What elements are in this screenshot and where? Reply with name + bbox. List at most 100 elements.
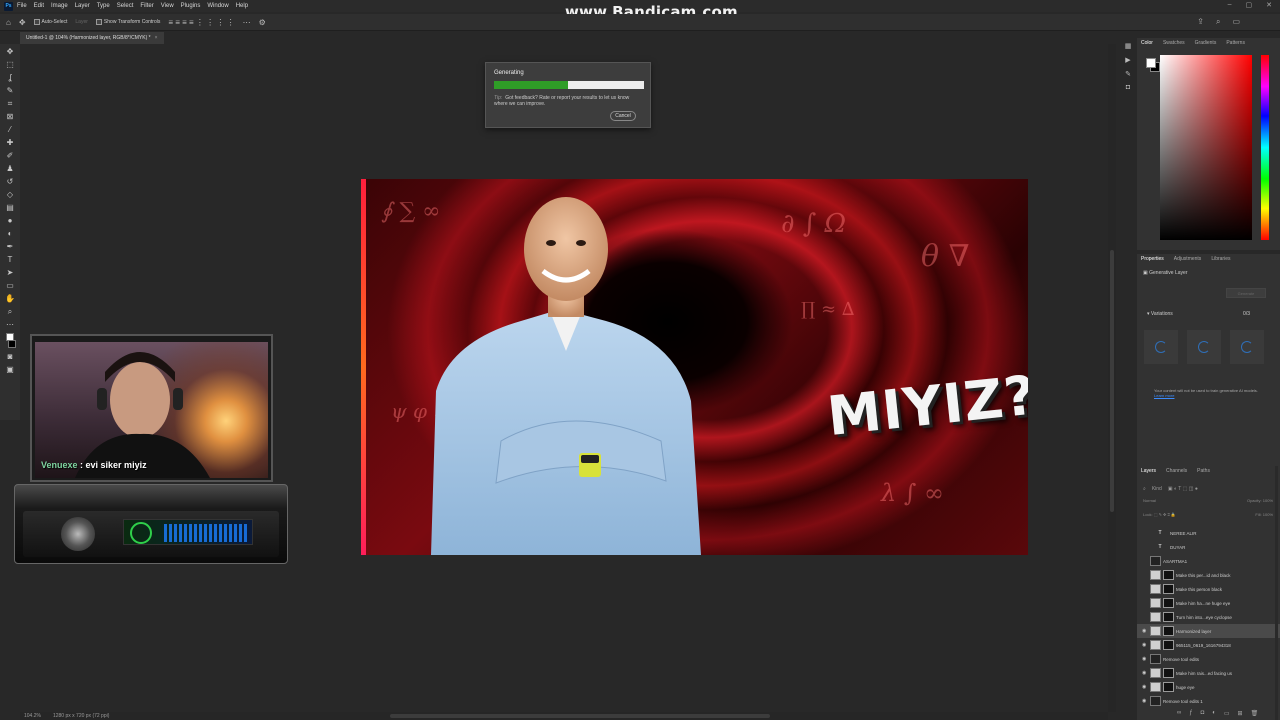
blur-tool-icon[interactable]: ● <box>5 216 15 225</box>
layer-row[interactable]: Turn him into...eye cyclopse <box>1137 610 1280 624</box>
layer-row[interactable]: Make this per...id and black <box>1137 568 1280 582</box>
menu-window[interactable]: Window <box>207 3 228 9</box>
tab-paths[interactable]: Paths <box>1197 468 1210 474</box>
more-options-icon[interactable]: ⋯ <box>243 18 251 27</box>
variation-thumbnail[interactable] <box>1230 330 1264 364</box>
blend-mode-dropdown[interactable]: Normal <box>1143 498 1156 503</box>
zoom-tool-icon[interactable]: ⌕ <box>5 307 15 316</box>
home-icon[interactable]: ⌂ <box>6 18 11 27</box>
hand-tool-icon[interactable]: ✋ <box>5 294 15 303</box>
close-tab-icon[interactable]: × <box>155 35 158 41</box>
marquee-tool-icon[interactable]: ⬚ <box>5 60 15 69</box>
history-icon[interactable]: ▦ <box>1125 42 1132 50</box>
dodge-tool-icon[interactable]: ◐ <box>5 229 15 238</box>
visibility-eye-icon[interactable]: ◉ <box>1142 684 1150 690</box>
menu-select[interactable]: Select <box>117 3 134 9</box>
layer-mask-thumbnail[interactable] <box>1163 682 1174 692</box>
share-icon[interactable]: ⇪ <box>1197 17 1204 27</box>
layer-row[interactable]: ◉ 965115_0619_1616794318 <box>1137 638 1280 652</box>
layer-row[interactable]: Make this person black <box>1137 582 1280 596</box>
shape-tool-icon[interactable]: ▭ <box>5 281 15 290</box>
layers-scrollbar[interactable] <box>1275 466 1278 720</box>
workspace-icon[interactable]: ▭ <box>1232 17 1240 27</box>
visibility-eye-icon[interactable]: ◉ <box>1142 698 1150 704</box>
move-tool-icon[interactable]: ✥ <box>19 18 26 27</box>
tab-adjustments[interactable]: Adjustments <box>1174 256 1202 262</box>
hue-slider[interactable] <box>1261 55 1269 240</box>
fx-icon[interactable]: ƒ <box>1189 710 1192 717</box>
vertical-scroll-thumb[interactable] <box>1110 250 1114 512</box>
comment-icon[interactable]: ◘ <box>1126 84 1130 91</box>
close-icon[interactable]: ✕ <box>1266 1 1272 9</box>
menu-edit[interactable]: Edit <box>34 3 44 9</box>
eraser-tool-icon[interactable]: ◇ <box>5 190 15 199</box>
visibility-eye-icon[interactable]: ◉ <box>1142 642 1150 648</box>
more-tools-icon[interactable]: ⋯ <box>5 320 15 329</box>
stamp-tool-icon[interactable]: ♟ <box>5 164 15 173</box>
variation-thumbnail[interactable] <box>1187 330 1221 364</box>
tab-color[interactable]: Color <box>1141 40 1153 46</box>
quick-mask-icon[interactable]: ◙ <box>5 352 15 361</box>
layer-mask-thumbnail[interactable] <box>1163 668 1174 678</box>
move-tool-icon[interactable]: ✥ <box>5 47 15 56</box>
horizontal-scrollbar[interactable] <box>20 712 1108 720</box>
menu-view[interactable]: View <box>161 3 174 9</box>
menu-filter[interactable]: Filter <box>140 3 153 9</box>
type-tool-icon[interactable]: T <box>5 255 15 264</box>
layer-row[interactable]: ◉ Remove tool edits <box>1137 652 1280 666</box>
auto-select-checkbox[interactable]: Auto-Select <box>33 19 67 25</box>
menu-image[interactable]: Image <box>51 3 68 9</box>
layer-mask-thumbnail[interactable] <box>1163 640 1174 650</box>
search-icon[interactable]: ⌕ <box>1143 486 1146 492</box>
layer-row[interactable]: Make him ha...ne huge eye <box>1137 596 1280 610</box>
menu-layer[interactable]: Layer <box>75 3 90 9</box>
horizontal-scroll-thumb[interactable] <box>390 714 770 718</box>
lasso-tool-icon[interactable]: ʆ <box>5 73 15 82</box>
tab-channels[interactable]: Channels <box>1166 468 1187 474</box>
zoom-level[interactable]: 104.2% <box>24 713 41 719</box>
layer-row[interactable]: T DUYAR <box>1137 540 1280 554</box>
menu-type[interactable]: Type <box>97 3 110 9</box>
vertical-scrollbar[interactable] <box>1108 44 1116 712</box>
document-tab[interactable]: Untitled-1 @ 104% (Harmonized layer, RGB… <box>20 32 164 44</box>
generate-button[interactable]: Generate <box>1226 288 1266 298</box>
menu-help[interactable]: Help <box>236 3 248 9</box>
layer-mask-thumbnail[interactable] <box>1163 598 1174 608</box>
play-icon[interactable]: ▶ <box>1125 56 1130 64</box>
tab-gradients[interactable]: Gradients <box>1195 40 1217 46</box>
layer-row[interactable]: T NEREE ALIR <box>1137 526 1280 540</box>
group-icon[interactable]: ▭ <box>1224 710 1230 717</box>
transform-controls-checkbox[interactable]: Show Transform Controls <box>95 19 160 25</box>
healing-tool-icon[interactable]: ✚ <box>5 138 15 147</box>
new-layer-icon[interactable]: ⊞ <box>1238 710 1243 717</box>
adjustment-icon[interactable]: ◐ <box>1212 710 1216 717</box>
eyedropper-tool-icon[interactable]: ⁄ <box>5 125 15 134</box>
menu-plugins[interactable]: Plugins <box>181 3 201 9</box>
layer-row[interactable]: ◉ Remove tool edits 1 <box>1137 694 1280 708</box>
screen-mode-icon[interactable]: ▣ <box>5 365 15 374</box>
kind-filter-dropdown[interactable]: Kind <box>1152 486 1162 492</box>
search-icon[interactable]: ⌕ <box>1216 17 1220 27</box>
filter-icons[interactable]: ▣ ◐ T ⬚ ◫ ● <box>1168 486 1198 492</box>
gradient-tool-icon[interactable]: ▤ <box>5 203 15 212</box>
menu-file[interactable]: File <box>17 3 27 9</box>
tab-swatches[interactable]: Swatches <box>1163 40 1185 46</box>
tab-properties[interactable]: Properties <box>1141 256 1164 262</box>
tab-libraries[interactable]: Libraries <box>1211 256 1230 262</box>
layer-row[interactable]: ◉ huge eye <box>1137 680 1280 694</box>
frame-tool-icon[interactable]: ⊠ <box>5 112 15 121</box>
tab-layers[interactable]: Layers <box>1141 468 1156 474</box>
layer-row[interactable]: ASARTMA1 <box>1137 554 1280 568</box>
layer-mask-thumbnail[interactable] <box>1163 626 1174 636</box>
history-brush-icon[interactable]: ↺ <box>5 177 15 186</box>
layer-mask-thumbnail[interactable] <box>1163 612 1174 622</box>
minimize-icon[interactable]: – <box>1228 1 1232 9</box>
link-layers-icon[interactable]: ∞ <box>1177 710 1181 717</box>
document-canvas[interactable]: ∮ ∑ ∞ ∂ ∫ Ω θ ∇ ψ φ ∴ λ ∫ ∞ ∏ ≈ ∆ MIYIZ? <box>361 179 1028 555</box>
visibility-eye-icon[interactable]: ◉ <box>1142 628 1150 634</box>
layer-dropdown[interactable]: Layer <box>75 19 88 25</box>
layer-row[interactable]: ◉ Make him rais...ed facing us <box>1137 666 1280 680</box>
align-icons[interactable]: ≡ ≡ ≡ ≡ ⋮ ⋮ ⋮ ⋮ <box>168 18 234 27</box>
lock-icons[interactable]: ⬚ ✎ ✥ ⌗ 🔒 <box>1154 512 1176 517</box>
quick-select-tool-icon[interactable]: ✎ <box>5 86 15 95</box>
